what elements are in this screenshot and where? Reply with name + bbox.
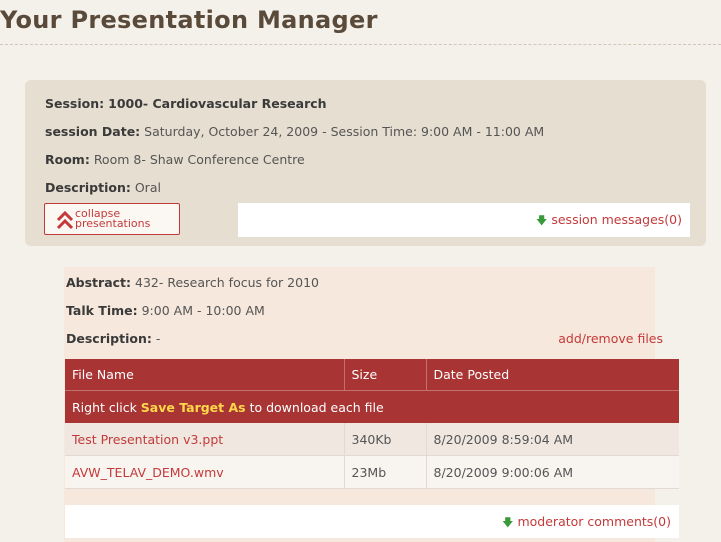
file-name-link[interactable]: AVW_TELAV_DEMO.wmv	[65, 455, 345, 489]
files-table-header: File Name Size Date Posted	[65, 359, 679, 391]
collapse-label-line2: presentations	[75, 217, 151, 230]
column-header-file-name: File Name	[65, 359, 345, 391]
file-size: 340Kb	[344, 423, 427, 456]
abstract-value: 432- Research focus for 2010	[135, 275, 319, 290]
add-remove-files-link[interactable]: add/remove files	[558, 331, 663, 346]
column-header-size: Size	[344, 359, 427, 391]
abstract-description-row: Description: -	[66, 331, 160, 346]
page-title: Your Presentation Manager	[0, 6, 378, 34]
talk-time-value: 9:00 AM - 10:00 AM	[141, 303, 265, 318]
session-messages-bar: 🡇 session messages(0)	[238, 203, 690, 237]
session-label: Session:	[45, 96, 105, 111]
room-label: Room:	[45, 152, 90, 167]
session-description-row: Description: Oral	[45, 180, 161, 195]
green-down-arrow-icon: 🡇	[536, 214, 548, 227]
file-size: 23Mb	[344, 455, 427, 489]
talk-time-row: Talk Time: 9:00 AM - 10:00 AM	[66, 303, 265, 318]
collapse-presentations-button[interactable]: collapse presentations	[44, 203, 180, 235]
table-row: AVW_TELAV_DEMO.wmv 23Mb 8/20/2009 9:00:0…	[65, 455, 679, 489]
download-instructions-row: Right click Save Target As to download e…	[65, 390, 679, 423]
session-value: 1000- Cardiovascular Research	[108, 96, 327, 111]
room-value: Room 8- Shaw Conference Centre	[93, 152, 305, 167]
session-description-label: Description:	[45, 180, 131, 195]
moderator-comments-bar: 🡇 moderator comments(0)	[65, 505, 679, 538]
session-messages-link[interactable]: 🡇 session messages(0)	[536, 212, 682, 231]
abstract-row: Abstract: 432- Research focus for 2010	[66, 275, 319, 290]
instruction-prefix: Right click	[72, 399, 141, 415]
file-name-link[interactable]: Test Presentation v3.ppt	[65, 423, 345, 456]
moderator-comments-text: moderator comments(0)	[517, 514, 671, 529]
session-messages-text: session messages(0)	[551, 212, 682, 227]
download-instructions: Right click Save Target As to download e…	[65, 390, 679, 423]
session-name-row: Session: 1000- Cardiovascular Research	[45, 96, 327, 111]
session-date-value: Saturday, October 24, 2009 - Session Tim…	[144, 124, 545, 139]
abstract-description-label: Description:	[66, 331, 152, 346]
instruction-suffix: to download each file	[245, 399, 384, 415]
session-date-label: session Date:	[45, 124, 141, 139]
session-description-value: Oral	[134, 180, 161, 195]
file-date-posted: 8/20/2009 9:00:06 AM	[426, 455, 679, 489]
title-divider	[0, 44, 721, 45]
room-row: Room: Room 8- Shaw Conference Centre	[45, 152, 305, 167]
file-date-posted: 8/20/2009 8:59:04 AM	[426, 423, 679, 456]
table-row: Test Presentation v3.ppt 340Kb 8/20/2009…	[65, 423, 679, 456]
abstract-panel: Abstract: 432- Research focus for 2010 T…	[64, 267, 679, 542]
collapse-button-label: collapse presentations	[75, 208, 151, 230]
double-chevron-up-icon	[56, 210, 74, 230]
files-table: File Name Size Date Posted Right click S…	[65, 359, 679, 489]
moderator-comments-link[interactable]: 🡇 moderator comments(0)	[502, 514, 671, 533]
session-date-row: session Date: Saturday, October 24, 2009…	[45, 124, 544, 139]
column-header-date-posted: Date Posted	[426, 359, 679, 391]
abstract-description-value: -	[155, 331, 161, 346]
instruction-highlight: Save Target As	[140, 399, 246, 415]
talk-time-label: Talk Time:	[66, 303, 138, 318]
session-panel: Session: 1000- Cardiovascular Research s…	[25, 80, 706, 246]
green-down-arrow-icon: 🡇	[502, 516, 514, 529]
abstract-label: Abstract:	[66, 275, 132, 290]
